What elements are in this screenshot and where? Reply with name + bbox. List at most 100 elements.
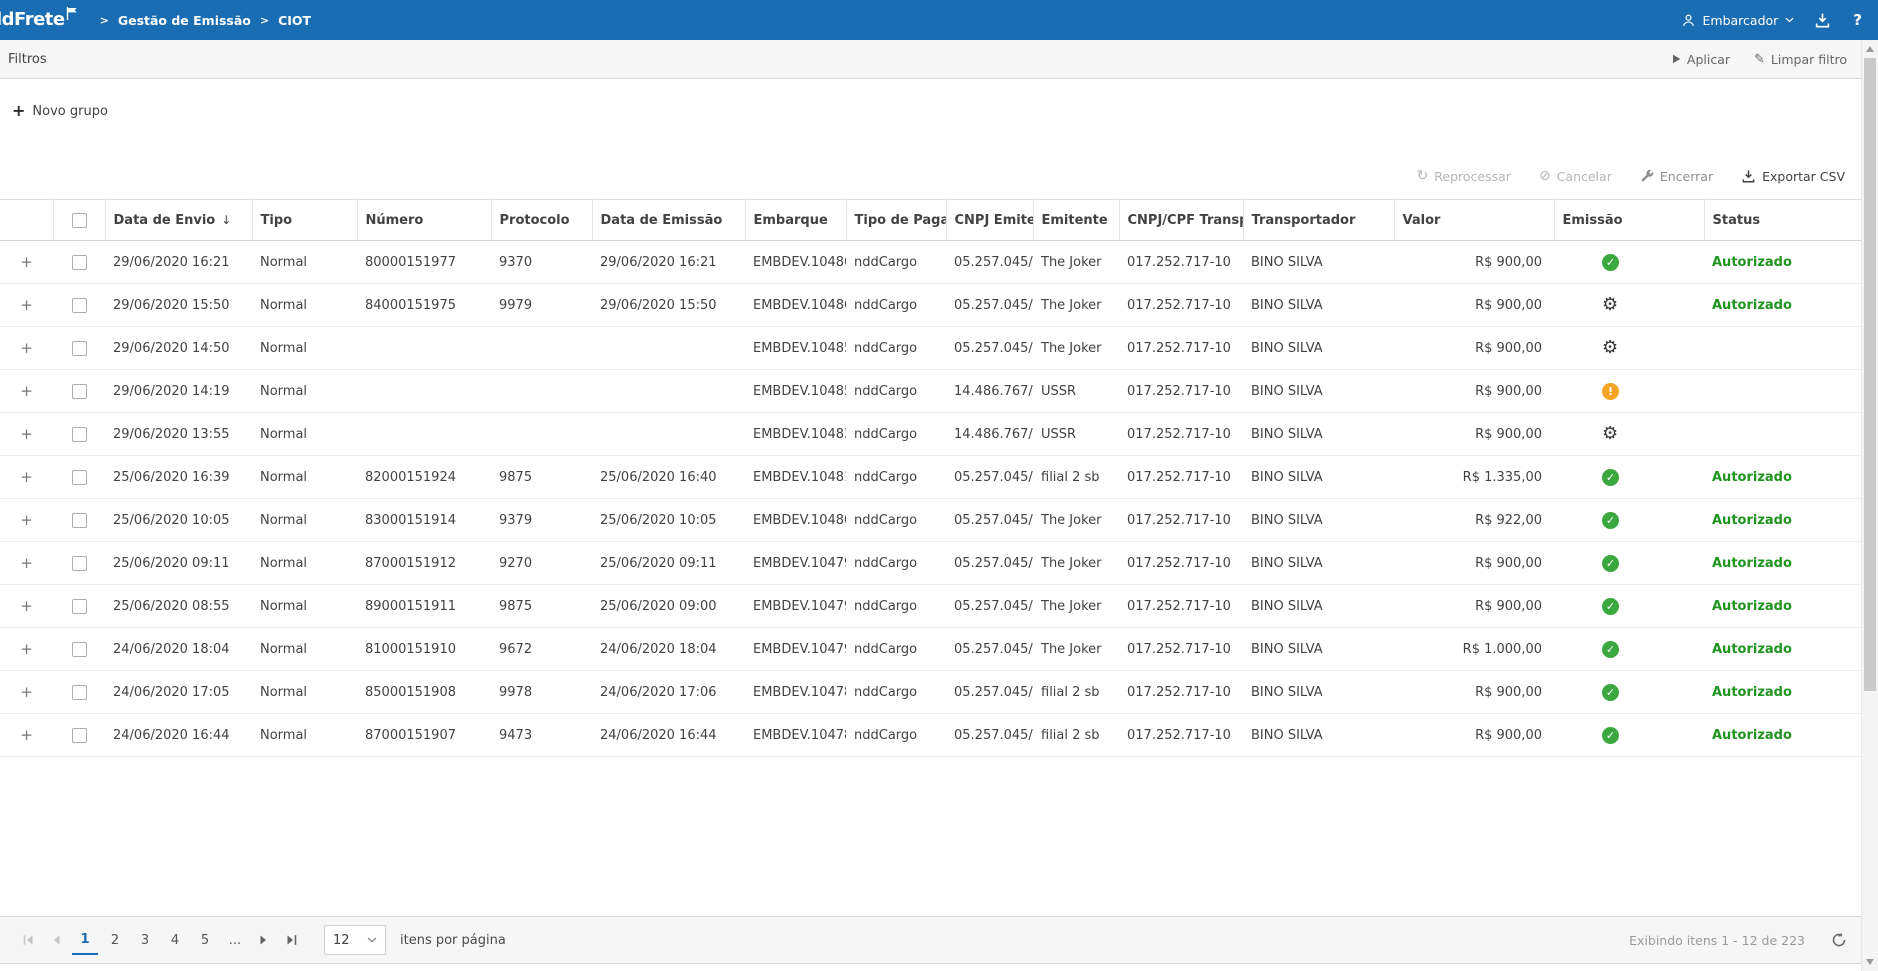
user-role-menu[interactable]: Embarcador xyxy=(1681,13,1795,28)
expand-row-button[interactable]: + xyxy=(20,726,33,744)
expand-row-button[interactable]: + xyxy=(20,382,33,400)
cell-status: Autorizado xyxy=(1704,671,1861,714)
row-checkbox[interactable] xyxy=(72,513,87,528)
cell-cnpj_transportador: 017.252.717-10 xyxy=(1119,284,1243,327)
reprocess-button[interactable]: ↻ Reprocessar xyxy=(1417,169,1511,184)
table-row: +25/06/2020 08:55Normal89000151911987525… xyxy=(0,585,1861,628)
column-header-cnpj-emitente[interactable]: CNPJ Emite... xyxy=(946,200,1033,241)
row-checkbox[interactable] xyxy=(72,599,87,614)
expand-row-button[interactable]: + xyxy=(20,511,33,529)
row-checkbox[interactable] xyxy=(72,255,87,270)
column-header-tipo-pagamento[interactable]: Tipo de Paga... xyxy=(846,200,946,241)
more-pages-button[interactable]: ... xyxy=(222,933,248,948)
column-header-data-de-emissao[interactable]: Data de Emissão xyxy=(592,200,745,241)
column-header-transportador[interactable]: Transportador xyxy=(1243,200,1394,241)
row-checkbox[interactable] xyxy=(72,384,87,399)
row-checkbox[interactable] xyxy=(72,427,87,442)
page-button-4[interactable]: 4 xyxy=(162,925,188,955)
refresh-icon[interactable] xyxy=(1831,932,1847,948)
column-header-protocolo[interactable]: Protocolo xyxy=(491,200,592,241)
expand-row-button[interactable]: + xyxy=(20,339,33,357)
next-page-button[interactable] xyxy=(250,926,278,954)
page-button-5[interactable]: 5 xyxy=(192,925,218,955)
expand-row-button[interactable]: + xyxy=(20,468,33,486)
cancel-button[interactable]: ⊘ Cancelar xyxy=(1539,169,1612,184)
emission-gear-icon[interactable]: ⚙ xyxy=(1602,337,1618,358)
cell-cnpj_transportador: 017.252.717-10 xyxy=(1119,456,1243,499)
cell-valor: R$ 900,00 xyxy=(1394,714,1554,757)
page-size-select[interactable]: 12 xyxy=(324,925,386,955)
cell-tipo: Normal xyxy=(252,456,357,499)
column-label: Status xyxy=(1713,213,1761,228)
cell-expand: + xyxy=(0,327,53,370)
breadcrumb: > Gestão de Emissão > CIOT xyxy=(100,13,311,28)
cell-embarque: EMBDEV.104799 xyxy=(745,542,846,585)
cell-embarque: EMBDEV.104791 xyxy=(745,628,846,671)
row-checkbox[interactable] xyxy=(72,556,87,571)
row-checkbox[interactable] xyxy=(72,728,87,743)
page-button-2[interactable]: 2 xyxy=(102,925,128,955)
cell-transportador: BINO SILVA xyxy=(1243,628,1394,671)
app-logo[interactable]: ldFrete xyxy=(0,0,78,40)
cell-cnpj_emitente: 05.257.045/0... xyxy=(946,714,1033,757)
cell-transportador: BINO SILVA xyxy=(1243,456,1394,499)
expand-row-button[interactable]: + xyxy=(20,554,33,572)
column-header-numero[interactable]: Número xyxy=(357,200,491,241)
cell-envio: 25/06/2020 10:05 xyxy=(105,499,252,542)
scrollbar-thumb[interactable] xyxy=(1864,58,1876,691)
row-checkbox[interactable] xyxy=(72,470,87,485)
last-page-button[interactable] xyxy=(278,926,306,954)
row-checkbox[interactable] xyxy=(72,298,87,313)
expand-row-button[interactable]: + xyxy=(20,640,33,658)
row-checkbox[interactable] xyxy=(72,685,87,700)
sort-desc-icon: ↓ xyxy=(221,213,231,227)
cell-transportador: BINO SILVA xyxy=(1243,714,1394,757)
new-group-button[interactable]: + Novo grupo xyxy=(12,103,108,119)
export-csv-button[interactable]: Exportar CSV xyxy=(1741,169,1845,184)
select-all-checkbox[interactable] xyxy=(72,213,87,228)
topbar-right: Embarcador ? xyxy=(1681,11,1865,29)
previous-page-button[interactable] xyxy=(42,926,70,954)
emission-warning-icon[interactable]: ! xyxy=(1602,383,1619,400)
cell-protocolo: 9672 xyxy=(491,628,592,671)
download-icon[interactable] xyxy=(1814,12,1831,29)
expand-row-button[interactable]: + xyxy=(20,253,33,271)
column-header-emissao[interactable]: Emissão xyxy=(1554,200,1704,241)
cell-numero: 87000151912 xyxy=(357,542,491,585)
cell-checkbox xyxy=(53,370,105,413)
clear-filter-button[interactable]: ✎ Limpar filtro xyxy=(1754,52,1847,67)
apply-filter-button[interactable]: Aplicar xyxy=(1672,52,1730,67)
column-header-status[interactable]: Status xyxy=(1704,200,1861,241)
page-button-1[interactable]: 1 xyxy=(72,925,98,955)
cell-valor: R$ 900,00 xyxy=(1394,284,1554,327)
row-checkbox[interactable] xyxy=(72,642,87,657)
expand-row-button[interactable]: + xyxy=(20,683,33,701)
emission-gear-icon[interactable]: ⚙ xyxy=(1602,294,1618,315)
column-header-tipo[interactable]: Tipo xyxy=(252,200,357,241)
cell-emissao: ✓ xyxy=(1554,628,1704,671)
expand-row-button[interactable]: + xyxy=(20,296,33,314)
breadcrumb-item-gestao-de-emissao[interactable]: Gestão de Emissão xyxy=(118,13,251,28)
expand-row-button[interactable]: + xyxy=(20,597,33,615)
help-icon[interactable]: ? xyxy=(1851,11,1864,29)
column-header-valor[interactable]: Valor xyxy=(1394,200,1554,241)
expand-row-button[interactable]: + xyxy=(20,425,33,443)
vertical-scrollbar[interactable] xyxy=(1861,40,1878,971)
breadcrumb-item-ciot[interactable]: CIOT xyxy=(278,13,311,28)
cell-envio: 29/06/2020 14:50 xyxy=(105,327,252,370)
column-header-emitente[interactable]: Emitente xyxy=(1033,200,1119,241)
column-header-embarque[interactable]: Embarque xyxy=(745,200,846,241)
emission-gear-icon[interactable]: ⚙ xyxy=(1602,423,1618,444)
end-button[interactable]: Encerrar xyxy=(1640,169,1713,184)
page-button-3[interactable]: 3 xyxy=(132,925,158,955)
cell-status: Autorizado xyxy=(1704,284,1861,327)
row-checkbox[interactable] xyxy=(72,341,87,356)
emission-success-icon: ✓ xyxy=(1602,555,1619,572)
column-header-data-de-envio[interactable]: Data de Envio↓ xyxy=(105,200,252,241)
first-page-button[interactable] xyxy=(14,926,42,954)
column-header-expand xyxy=(0,200,53,241)
scroll-up-icon[interactable] xyxy=(1866,46,1874,52)
cell-expand: + xyxy=(0,714,53,757)
column-header-cnpj-transportador[interactable]: CNPJ/CPF Transp... xyxy=(1119,200,1243,241)
scroll-down-icon[interactable] xyxy=(1866,959,1874,965)
